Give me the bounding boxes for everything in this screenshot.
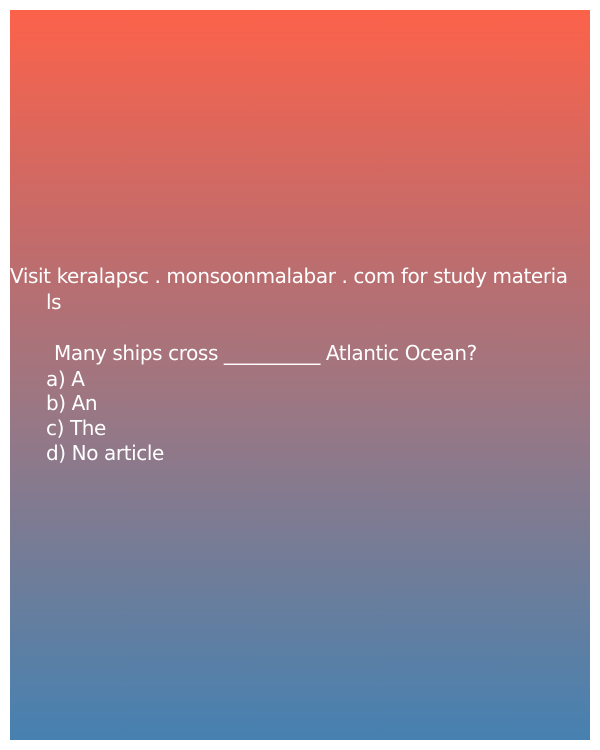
question-text: Many ships cross __________ Atlantic Oce… xyxy=(54,341,477,365)
quiz-card: Visit keralapsc . monsoonmalabar . com f… xyxy=(10,10,590,740)
visit-line-1: Visit keralapsc . monsoonmalabar . com f… xyxy=(10,264,568,288)
visit-line-2: ls xyxy=(46,290,62,314)
option-b: b) An xyxy=(46,391,98,415)
option-c: c) The xyxy=(46,416,106,440)
option-a: a) A xyxy=(46,367,85,391)
option-d: d) No article xyxy=(46,441,164,465)
